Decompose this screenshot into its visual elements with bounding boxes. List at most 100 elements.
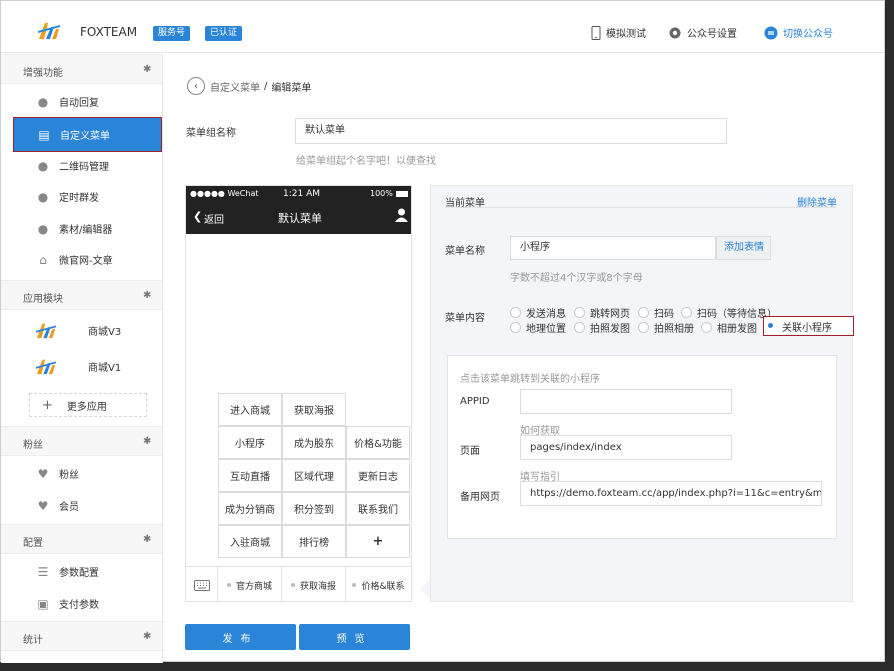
app-item-mall-v3[interactable]: 商城V3	[35, 318, 121, 342]
section-apps-label: 应用模块	[23, 294, 63, 305]
publish-button[interactable]: 发布	[185, 624, 296, 650]
sidebar-item-label: 定时群发	[59, 193, 99, 204]
menu-cell[interactable]: 获取海报	[282, 393, 346, 426]
gear-icon[interactable]: ✱	[143, 290, 151, 301]
radio-album-send[interactable]: 相册发图	[701, 320, 757, 335]
menu-tab-label: 官方商城	[235, 581, 272, 592]
top-header: FOXTEAM 服务号 已认证 模拟测试 公众号设置 切换公众号	[1, 1, 884, 53]
breadcrumb-parent[interactable]: 自定义菜单	[210, 79, 260, 94]
radio-location[interactable]: 地理位置	[510, 320, 566, 335]
menu-group-input[interactable]: 默认菜单	[295, 118, 727, 144]
qrcode-icon: ●	[37, 158, 49, 173]
plus-icon: +	[42, 397, 53, 413]
gear-icon[interactable]: ✱	[143, 631, 151, 642]
back-chevron-icon[interactable]: ❮	[193, 210, 202, 223]
add-submenu-button[interactable]: +	[346, 525, 410, 558]
sidebar: 增强功能 ✱ ● 自动回复 ▤ 自定义菜单 ● 二维码管理 ● 定时群发 ● 素材/编辑器 …	[1, 54, 163, 663]
page-path-input[interactable]: pages/index/index	[520, 435, 732, 460]
menu-cell[interactable]: 进入商城	[218, 393, 282, 426]
section-config[interactable]: 配置 ✱	[1, 524, 162, 554]
delete-menu-link[interactable]: 删除菜单	[797, 194, 837, 209]
add-emoji-button[interactable]: 添加表情	[716, 236, 771, 260]
section-stats[interactable]: 统计 ✱	[1, 621, 162, 651]
phone-title: 默认菜单	[278, 212, 322, 225]
more-apps-label: 更多应用	[66, 401, 107, 413]
more-apps-button[interactable]: + 更多应用	[29, 393, 147, 417]
radio-photo-album[interactable]: 拍照相册	[638, 320, 694, 335]
menu-cell[interactable]: 排行榜	[282, 525, 346, 558]
radio-open-url[interactable]: 跳转网页	[574, 305, 630, 320]
gear-icon[interactable]: ✱	[143, 436, 151, 447]
app-logo-icon	[36, 323, 56, 339]
page-label: 页面	[460, 446, 480, 457]
sidebar-item-fans[interactable]: ♥ 粉丝	[13, 457, 162, 490]
menu-cell[interactable]: 成为股东	[282, 426, 346, 459]
sidebar-item-materials[interactable]: ● 素材/编辑器	[13, 212, 162, 245]
radio-mini-program[interactable]: 关联小程序	[763, 316, 854, 336]
gear-icon[interactable]: ✱	[143, 64, 151, 75]
menu-cell[interactable]: 入驻商城	[218, 525, 282, 558]
sidebar-item-scheduled-send[interactable]: ● 定时群发	[13, 180, 162, 213]
sidebar-item-label: 二维码管理	[59, 162, 109, 173]
menu-tab-label: 价格&联系	[361, 581, 405, 592]
menu-cell[interactable]: 区域代理	[282, 459, 346, 492]
user-icon[interactable]	[395, 208, 408, 222]
sidebar-item-custom-menu[interactable]: ▤ 自定义菜单	[13, 117, 162, 152]
menu-tab[interactable]: 获取海报	[282, 567, 346, 603]
sidebar-item-microsite[interactable]: ⌂ 微官网-文章	[13, 243, 162, 276]
radio-scan[interactable]: 扫码	[638, 305, 674, 320]
chat-icon: ●	[37, 94, 49, 109]
menu-cell[interactable]: 价格&功能	[346, 426, 410, 459]
menu-tab[interactable]: 官方商城	[218, 567, 282, 603]
sidebar-item-qrcode[interactable]: ● 二维码管理	[13, 149, 162, 182]
switch-account-link[interactable]: 切换公众号	[764, 25, 833, 40]
sidebar-item-params[interactable]: ☰ 参数配置	[13, 555, 162, 588]
back-circle-icon[interactable]: ‹	[187, 77, 205, 95]
radio-label: 地理位置	[526, 324, 566, 335]
section-apps[interactable]: 应用模块 ✱	[1, 280, 162, 310]
phone-preview: ●●●●● WeChat 1:21 AM 100% ❮ 返回 默认菜单 进入商城…	[185, 185, 412, 603]
sidebar-item-label: 自定义菜单	[60, 131, 110, 142]
menu-cell[interactable]: 更新日志	[346, 459, 410, 492]
menu-cell[interactable]: 互动直播	[218, 459, 282, 492]
sidebar-item-auto-reply[interactable]: ● 自动回复	[13, 85, 162, 118]
menu-cell[interactable]: 小程序	[218, 426, 282, 459]
appid-label: APPID	[460, 396, 490, 407]
wallet-icon: ▣	[37, 596, 49, 611]
menu-cell[interactable]: 联系我们	[346, 492, 410, 525]
sidebar-item-members[interactable]: ♥ 会员	[13, 489, 162, 522]
gear-icon[interactable]: ✱	[143, 534, 151, 545]
brand-name: FOXTEAM	[80, 25, 138, 39]
account-settings-link[interactable]: 公众号设置	[668, 25, 737, 40]
phone-status-bar: ●●●●● WeChat 1:21 AM 100% ❮ 返回 默认菜单	[186, 186, 411, 234]
sidebar-item-payment[interactable]: ▣ 支付参数	[13, 587, 162, 620]
carrier-label: ●●●●● WeChat	[190, 189, 259, 198]
sidebar-item-label: 自动回复	[59, 98, 99, 109]
backup-url-input[interactable]: https://demo.foxteam.cc/app/index.php?i=…	[520, 481, 822, 506]
phone-back-label[interactable]: 返回	[204, 211, 224, 226]
simulate-test-link[interactable]: 模拟测试	[591, 25, 646, 40]
panel-title: 当前菜单	[445, 198, 485, 209]
app-item-label: 商城V1	[88, 362, 122, 374]
breadcrumb-separator: /	[264, 80, 268, 92]
radio-take-photo[interactable]: 拍照发图	[574, 320, 630, 335]
radio-send-message[interactable]: 发送消息	[510, 305, 566, 320]
preview-button[interactable]: 预览	[299, 624, 410, 650]
menu-tab[interactable]: 价格&联系	[346, 567, 411, 603]
app-logo-icon	[36, 359, 56, 375]
radio-label: 关联小程序	[782, 322, 832, 334]
panel-divider	[445, 207, 837, 208]
menu-cell[interactable]: 成为分销商	[218, 492, 282, 525]
switch-icon	[764, 26, 778, 39]
section-enhance[interactable]: 增强功能 ✱	[1, 54, 162, 84]
menu-cell[interactable]: 积分签到	[282, 492, 346, 525]
appid-input[interactable]	[520, 389, 732, 414]
sidebar-item-label: 素材/编辑器	[59, 225, 113, 236]
keyboard-icon[interactable]	[186, 567, 218, 603]
breadcrumb: ‹ 自定义菜单 / 编辑菜单	[187, 77, 311, 95]
account-settings-label: 公众号设置	[687, 29, 737, 40]
section-fans[interactable]: 粉丝 ✱	[1, 426, 162, 456]
app-item-mall-v1[interactable]: 商城V1	[35, 354, 121, 378]
section-stats-label: 统计	[23, 635, 43, 646]
menu-name-input[interactable]: 小程序	[510, 236, 716, 260]
